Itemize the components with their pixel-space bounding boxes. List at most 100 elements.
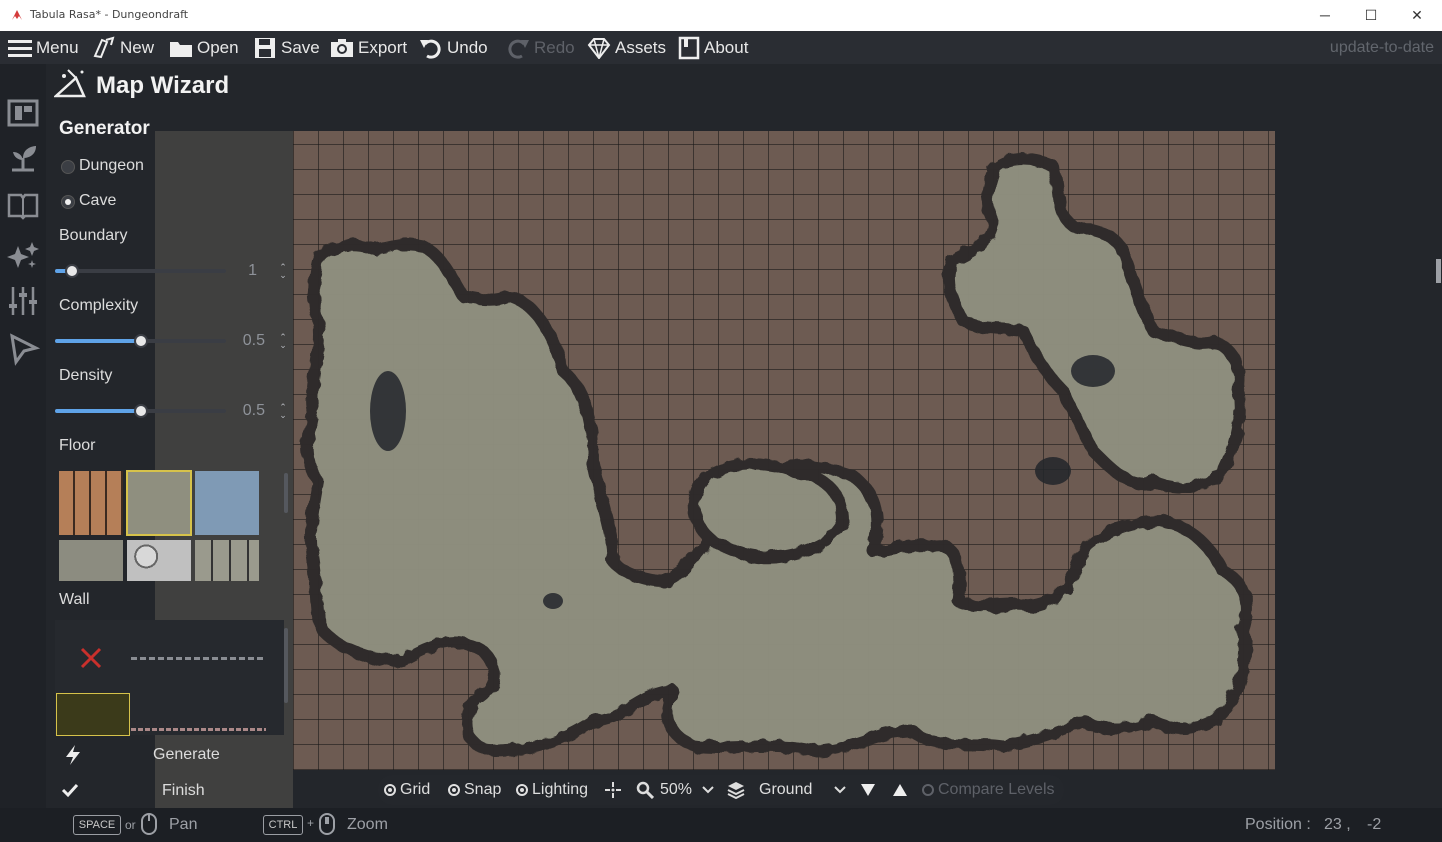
zoom-control[interactable]: 50% <box>636 775 692 805</box>
new-button[interactable]: New <box>92 31 154 64</box>
snap-toggle[interactable]: Snap <box>448 775 501 805</box>
floor-swatch-cobble[interactable] <box>127 540 191 581</box>
cave-label[interactable]: Cave <box>79 192 116 210</box>
grid-toggle[interactable]: Grid <box>384 775 430 805</box>
level-up-icon[interactable] <box>892 783 908 797</box>
cave-radio[interactable] <box>61 195 75 209</box>
zoom-hint: Zoom <box>347 816 388 833</box>
wall-scrollbar[interactable] <box>284 628 288 703</box>
maximize-button[interactable]: ☐ <box>1348 0 1394 31</box>
wall-list[interactable] <box>55 620 288 736</box>
menu-button[interactable]: Menu <box>8 31 79 64</box>
dungeon-label[interactable]: Dungeon <box>79 157 144 175</box>
density-label: Density <box>59 367 113 384</box>
level-chevron-down-icon[interactable] <box>834 785 846 795</box>
floor-swatch-blue[interactable] <box>195 471 259 535</box>
position-label: Position : <box>1245 816 1311 833</box>
hamburger-icon <box>8 39 32 57</box>
snap-toggle-icon <box>448 784 460 796</box>
about-button[interactable]: About <box>678 31 748 64</box>
zoom-value: 50% <box>660 781 693 798</box>
boundary-slider-thumb[interactable] <box>65 264 79 278</box>
boundary-spinner[interactable]: ⌃ ⌄ <box>277 263 289 281</box>
floor-scrollbar[interactable] <box>284 473 288 513</box>
checkmark-icon[interactable] <box>61 782 79 798</box>
density-slider-thumb[interactable] <box>134 404 148 418</box>
complexity-spinner[interactable]: ⌃ ⌄ <box>277 333 289 351</box>
density-spinner[interactable]: ⌃ ⌄ <box>277 403 289 421</box>
cursor-icon[interactable] <box>6 332 40 366</box>
floor-swatch-wood[interactable] <box>59 471 123 535</box>
level-select[interactable]: Ground <box>759 775 812 805</box>
dungeon-radio[interactable] <box>61 160 75 174</box>
close-button[interactable]: ✕ <box>1394 0 1440 31</box>
assets-label: Assets <box>615 37 667 57</box>
density-value[interactable]: 0.5 <box>225 402 265 420</box>
floor-swatch-tiles[interactable] <box>195 540 259 581</box>
map-canvas[interactable] <box>293 64 1442 808</box>
new-label: New <box>120 37 155 57</box>
undo-label: Undo <box>447 37 488 57</box>
snap-label: Snap <box>464 781 502 798</box>
floor-swatch-stone[interactable] <box>59 540 123 581</box>
title-bar: Tabula Rasa* - Dungeondraft ─ ☐ ✕ <box>0 0 1442 31</box>
compare-levels-toggle[interactable]: Compare Levels <box>922 775 1055 805</box>
floor-label: Floor <box>59 437 96 454</box>
level-down-icon[interactable] <box>860 783 876 797</box>
open-button[interactable]: Open <box>169 31 239 64</box>
ctrl-key: CTRL <box>263 815 303 835</box>
floor-swatch-cave-selected[interactable] <box>126 470 192 536</box>
lighting-toggle[interactable]: Lighting <box>516 775 588 805</box>
floppy-disk-icon <box>255 37 275 58</box>
canvas-scroll-thumb[interactable] <box>1436 259 1441 283</box>
redo-button[interactable]: Redo <box>506 31 575 64</box>
complexity-slider-thumb[interactable] <box>134 334 148 348</box>
no-wall-x-icon[interactable] <box>79 646 103 670</box>
lighting-toggle-icon <box>516 784 528 796</box>
book-icon <box>678 36 700 59</box>
center-view-icon[interactable] <box>604 781 622 799</box>
assets-button[interactable]: Assets <box>587 31 666 64</box>
wall-style-selected[interactable] <box>56 693 130 736</box>
boundary-value[interactable]: 1 <box>217 262 257 280</box>
export-button[interactable]: Export <box>330 31 407 64</box>
about-label: About <box>704 37 749 57</box>
mouse-wheel-icon <box>319 813 335 835</box>
minimize-button[interactable]: ─ <box>1302 0 1348 31</box>
wall-style-brick[interactable] <box>131 728 266 731</box>
map-icon[interactable] <box>6 96 40 130</box>
open-book-icon[interactable] <box>6 188 40 222</box>
pan-hint: Pan <box>169 816 198 833</box>
wizard-title: Map Wizard <box>96 72 230 99</box>
sliders-icon[interactable] <box>6 284 40 318</box>
new-map-icon <box>93 36 115 58</box>
save-button[interactable]: Save <box>253 31 320 64</box>
sprout-icon[interactable] <box>6 142 40 176</box>
view-options-bar: Grid Snap Lighting 50% Ground Compare Le… <box>378 775 1064 805</box>
generate-button[interactable]: Generate <box>153 746 220 764</box>
magnifier-icon <box>636 781 654 799</box>
boundary-slider[interactable] <box>55 264 226 278</box>
cave-layout <box>302 153 1253 757</box>
complexity-value[interactable]: 0.5 <box>225 332 265 350</box>
density-slider[interactable] <box>55 404 226 418</box>
compare-levels-icon <box>922 784 934 796</box>
sparkles-icon[interactable] <box>6 238 40 272</box>
wall-style-stone[interactable] <box>131 657 266 660</box>
open-label: Open <box>197 37 239 57</box>
folder-icon <box>170 41 192 57</box>
compare-levels-label: Compare Levels <box>938 781 1055 798</box>
export-label: Export <box>358 37 408 57</box>
finish-button[interactable]: Finish <box>162 782 205 800</box>
complexity-label: Complexity <box>59 297 139 314</box>
complexity-slider[interactable] <box>55 334 226 348</box>
level-value: Ground <box>759 781 813 798</box>
plus-text: + <box>307 816 315 830</box>
wizard-hat-icon <box>54 69 86 98</box>
chevron-down-icon[interactable] <box>702 785 714 795</box>
lightning-icon[interactable] <box>63 744 83 766</box>
lighting-label: Lighting <box>532 781 589 798</box>
gem-icon <box>587 37 611 59</box>
status-bar <box>0 808 1442 842</box>
undo-button[interactable]: Undo <box>419 31 488 64</box>
